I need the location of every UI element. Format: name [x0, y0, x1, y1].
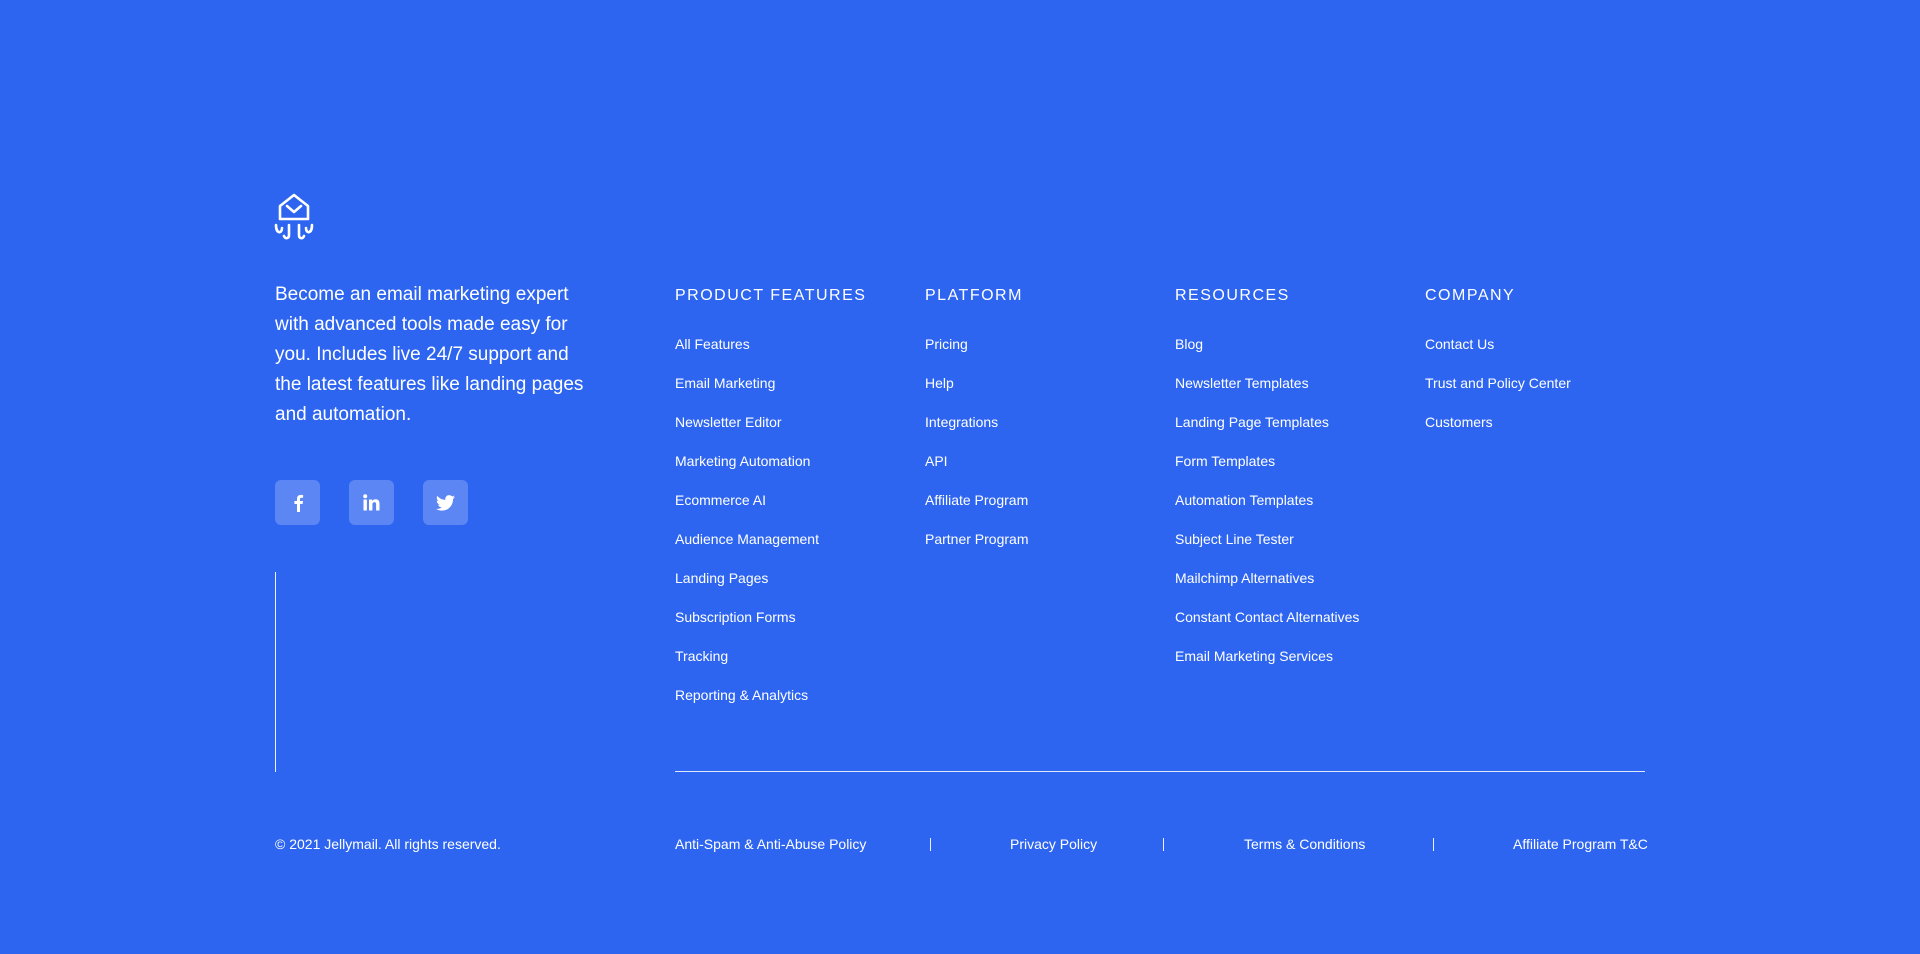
jellyfish-envelope-logo-icon — [274, 193, 314, 240]
footer-link-automation-templates[interactable]: Automation Templates — [1175, 492, 1359, 509]
legal-link-affiliate-program-tc[interactable]: Affiliate Program T&C — [1513, 836, 1648, 853]
legal-separator — [1433, 838, 1434, 851]
footer-link-mailchimp-alternatives[interactable]: Mailchimp Alternatives — [1175, 570, 1359, 587]
footer-link-help[interactable]: Help — [925, 375, 1028, 392]
footer-column-company: COMPANY Contact Us Trust and Policy Cent… — [1425, 286, 1571, 453]
footer-column-resources: RESOURCES Blog Newsletter Templates Land… — [1175, 286, 1359, 687]
footer-link-subscription-forms[interactable]: Subscription Forms — [675, 609, 866, 626]
footer-link-newsletter-templates[interactable]: Newsletter Templates — [1175, 375, 1359, 392]
brand-tagline: Become an email marketing expert with ad… — [275, 284, 584, 425]
footer-link-newsletter-editor[interactable]: Newsletter Editor — [675, 414, 866, 431]
footer-link-customers[interactable]: Customers — [1425, 414, 1571, 431]
legal-separator — [1163, 838, 1164, 851]
linkedin-icon — [363, 494, 380, 511]
column-heading-platform: PLATFORM — [925, 287, 1023, 304]
footer-link-audience-management[interactable]: Audience Management — [675, 531, 866, 548]
footer-link-contact-us[interactable]: Contact Us — [1425, 336, 1571, 353]
footer-link-landing-pages[interactable]: Landing Pages — [675, 570, 866, 587]
linkedin-button[interactable] — [349, 480, 394, 525]
legal-link-terms-conditions[interactable]: Terms & Conditions — [1244, 836, 1365, 853]
footer-link-landing-page-templates[interactable]: Landing Page Templates — [1175, 414, 1359, 431]
footer-link-trust-policy-center[interactable]: Trust and Policy Center — [1425, 375, 1571, 392]
footer-link-email-marketing-services[interactable]: Email Marketing Services — [1175, 648, 1359, 665]
footer-link-affiliate-program[interactable]: Affiliate Program — [925, 492, 1028, 509]
footer-link-integrations[interactable]: Integrations — [925, 414, 1028, 431]
facebook-icon — [293, 494, 303, 512]
copyright-text: © 2021 Jellymail. All rights reserved. — [275, 836, 501, 852]
footer-link-ecommerce-ai[interactable]: Ecommerce AI — [675, 492, 866, 509]
twitter-button[interactable] — [423, 480, 468, 525]
footer-link-all-features[interactable]: All Features — [675, 336, 866, 353]
footer-link-constant-contact-alternatives[interactable]: Constant Contact Alternatives — [1175, 609, 1359, 626]
legal-link-anti-spam-policy[interactable]: Anti-Spam & Anti-Abuse Policy — [675, 836, 866, 853]
footer-link-tracking[interactable]: Tracking — [675, 648, 866, 665]
legal-separator — [930, 838, 931, 851]
column-heading-resources: RESOURCES — [1175, 287, 1290, 304]
vertical-divider — [275, 572, 276, 772]
footer-link-form-templates[interactable]: Form Templates — [1175, 453, 1359, 470]
legal-link-privacy-policy[interactable]: Privacy Policy — [1010, 836, 1097, 853]
footer-link-email-marketing[interactable]: Email Marketing — [675, 375, 866, 392]
footer-link-blog[interactable]: Blog — [1175, 336, 1359, 353]
footer-link-pricing[interactable]: Pricing — [925, 336, 1028, 353]
footer-link-partner-program[interactable]: Partner Program — [925, 531, 1028, 548]
social-links — [275, 480, 468, 525]
column-heading-product-features: PRODUCT FEATURES — [675, 287, 867, 304]
twitter-icon — [436, 494, 455, 511]
footer-divider — [675, 771, 1645, 772]
facebook-button[interactable] — [275, 480, 320, 525]
jellymail-logo[interactable] — [273, 192, 315, 240]
footer-column-product-features: PRODUCT FEATURES All Features Email Mark… — [675, 286, 866, 726]
footer-link-api[interactable]: API — [925, 453, 1028, 470]
column-heading-company: COMPANY — [1425, 287, 1516, 304]
footer-link-reporting-analytics[interactable]: Reporting & Analytics — [675, 687, 866, 704]
footer-column-platform: PLATFORM Pricing Help Integrations API A… — [925, 286, 1028, 570]
footer-link-subject-line-tester[interactable]: Subject Line Tester — [1175, 531, 1359, 548]
footer-link-marketing-automation[interactable]: Marketing Automation — [675, 453, 866, 470]
